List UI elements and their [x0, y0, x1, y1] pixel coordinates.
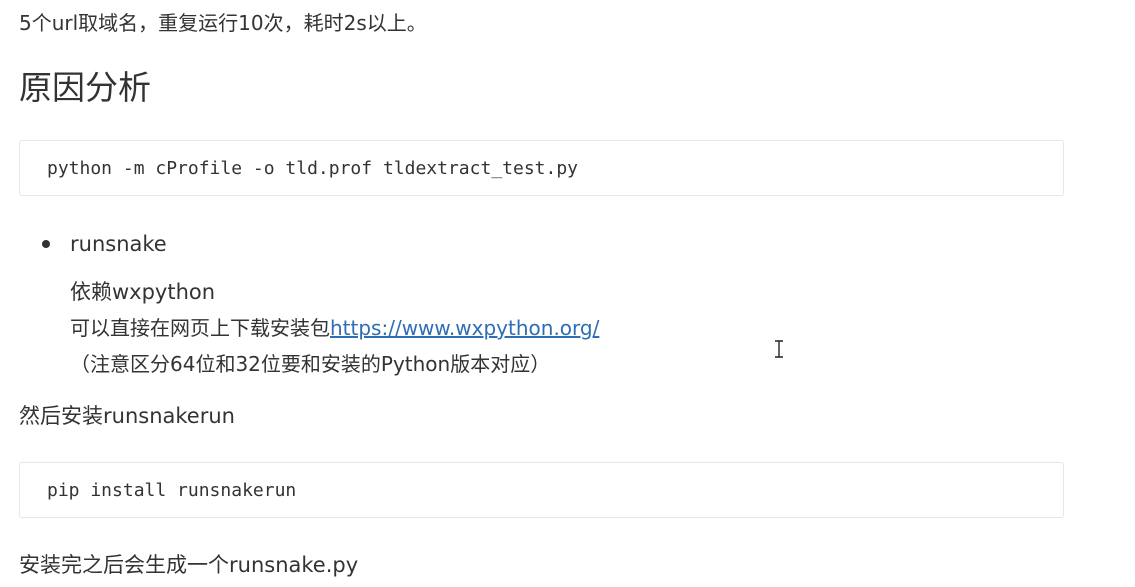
- code-text[interactable]: python -m cProfile -o tld.prof tldextrac…: [47, 141, 578, 197]
- intro-paragraph: 5个url取域名，重复运行10次，耗时2s以上。: [19, 11, 427, 35]
- after-install-paragraph: 安装完之后会生成一个runsnake.py: [19, 553, 359, 577]
- bullet-dot: [42, 240, 50, 248]
- download-suffix: （注意区分64位和32位要和安装的Python版本对应）: [70, 352, 551, 376]
- code-block-cprofile: python -m cProfile -o tld.prof tldextrac…: [19, 140, 1064, 196]
- dependency-text: 依赖wxpython: [70, 280, 216, 304]
- text-cursor-icon: [775, 340, 783, 358]
- bullet-title: runsnake: [70, 232, 167, 256]
- section-heading: 原因分析: [19, 68, 151, 107]
- code-text[interactable]: pip install runsnakerun: [47, 463, 296, 519]
- download-prefix: 可以直接在网页上下载安装包: [70, 316, 330, 340]
- install-paragraph: 然后安装runsnakerun: [19, 404, 235, 428]
- code-block-pip: pip install runsnakerun: [19, 462, 1064, 518]
- wxpython-link[interactable]: https://www.wxpython.org/: [330, 316, 599, 340]
- download-paragraph: 可以直接在网页上下载安装包https://www.wxpython.org/ （注…: [70, 310, 1070, 382]
